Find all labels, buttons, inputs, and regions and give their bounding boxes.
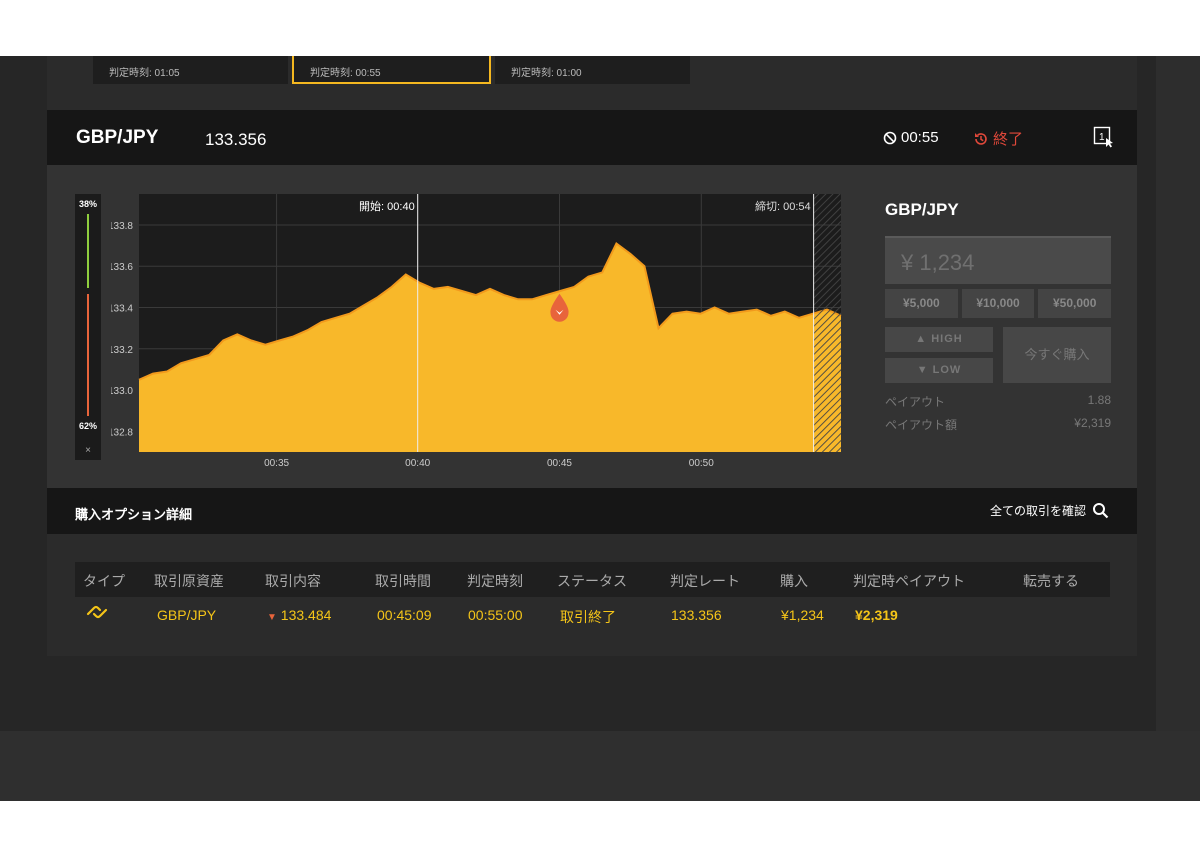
details-title: 購入オプション詳細 (75, 507, 193, 522)
low-sentiment-bar (87, 293, 89, 416)
x-tick-label: 00:50 (688, 458, 714, 469)
option-card-label: 判定時刻: 00:55 (310, 68, 381, 79)
col-rate: 判定レート (670, 573, 740, 589)
deadline-hatch (813, 194, 841, 452)
high-sentiment-bar (87, 214, 89, 288)
row-judge-time: 00:55:00 (468, 607, 523, 623)
expired-status: 終了 (973, 128, 1023, 149)
current-price: 133.356 (205, 130, 267, 149)
quick-amounts: ¥5,000 ¥10,000 ¥50,000 (885, 289, 1112, 318)
chart-section: 38% 62% × 開始: 00:40 締切: 00:54 133.8 133.6 13… (47, 165, 1137, 488)
row-content: ▼ 133.484 (267, 607, 331, 623)
quick-amount-10000[interactable]: ¥10,000 (961, 289, 1035, 318)
y-tick-label: 132.8 (111, 427, 133, 438)
details-header: 購入オプション詳細 全ての取引を確認 (47, 488, 1137, 534)
table-header: タイプ 取引原資産 取引内容 取引時間 判定時刻 ステータス 判定レート 購入 … (75, 562, 1110, 597)
col-judge-time: 判定時刻 (467, 573, 523, 589)
payout-row: ペイアウト 1.88 (885, 393, 1111, 410)
pair-title: GBP/JPY (76, 127, 159, 148)
timer-value: 00:55 (901, 129, 939, 146)
payout-label: ペイアウト (885, 395, 946, 409)
high-percentage: 38% (78, 199, 97, 209)
quick-amount-50000[interactable]: ¥50,000 (1038, 289, 1112, 318)
col-purchase: 購入 (780, 573, 808, 589)
payout-amount-row: ペイアウト額 ¥2,319 (885, 416, 1111, 433)
y-tick-label: 133.0 (111, 386, 133, 397)
app-window: 判定時刻: 01:05 判定時刻: 00:55 判定時刻: 01:00 GBP/… (0, 56, 1200, 801)
col-asset: 取引原資産 (154, 573, 224, 589)
buy-now-button[interactable]: 今すぐ購入 (1003, 327, 1111, 383)
x-tick-label: 00:45 (546, 458, 572, 469)
deadline-label: 締切: 00:54 (755, 199, 811, 213)
col-resell: 転売する (1023, 573, 1079, 589)
option-card-0105[interactable]: 判定時刻: 01:05 (93, 56, 288, 84)
single-chart-icon[interactable]: 1 (1093, 126, 1115, 148)
history-icon (975, 132, 987, 145)
low-button[interactable]: ▼ LOW (885, 358, 993, 383)
no-entry-icon (883, 131, 897, 144)
trade-buttons: ▲ HIGH ▼ LOW 今すぐ購入 (885, 327, 1111, 385)
status-label: 終了 (993, 131, 1024, 148)
row-trade-time: 00:45:09 (377, 607, 432, 623)
price-chart[interactable]: 開始: 00:40 締切: 00:54 133.8 133.6 133.4 133.2 13… (111, 194, 859, 452)
y-tick-label: 133.6 (111, 262, 133, 273)
option-card-label: 判定時刻: 01:05 (109, 68, 180, 79)
col-type: タイプ (83, 573, 125, 589)
exchange-icon (86, 605, 108, 619)
sentiment-meter: 38% 62% × (75, 194, 101, 460)
x-tick-label: 00:35 (264, 458, 290, 469)
x-tick-label: 00:40 (405, 458, 431, 469)
payout-amount-value: ¥2,319 (1074, 416, 1111, 430)
y-tick-label: 133.4 (111, 304, 133, 315)
main-panel: 判定時刻: 01:05 判定時刻: 00:55 判定時刻: 01:00 GBP/… (47, 56, 1137, 656)
high-button[interactable]: ▲ HIGH (885, 327, 993, 352)
arrow-up-icon: ▲ (915, 333, 932, 345)
y-tick-label: 133.8 (111, 221, 133, 232)
trade-table: タイプ 取引原資産 取引内容 取引時間 判定時刻 ステータス 判定レート 購入 … (47, 534, 1137, 656)
low-label: LOW (932, 364, 962, 376)
search-icon (1093, 503, 1109, 519)
footer-bar (0, 731, 1200, 801)
view-all-label: 全ての取引を確認 (989, 504, 1086, 518)
row-content-value: 133.484 (280, 607, 332, 623)
right-gutter (1156, 56, 1200, 731)
amount-input[interactable]: ¥ 1,234 (885, 236, 1111, 284)
option-card-0055[interactable]: 判定時刻: 00:55 (292, 56, 491, 84)
row-status: 取引終了 (560, 609, 616, 625)
option-card-label: 判定時刻: 01:00 (511, 68, 582, 79)
col-content: 取引内容 (265, 573, 321, 589)
option-strip: 判定時刻: 01:05 判定時刻: 00:55 判定時刻: 01:00 (47, 56, 1137, 110)
col-payout: 判定時ペイアウト (853, 573, 965, 589)
low-arrow-icon: ▼ (267, 612, 277, 623)
countdown-timer: 00:55 (883, 129, 939, 146)
payout-value: 1.88 (1087, 393, 1111, 407)
svg-text:1: 1 (1099, 132, 1105, 143)
start-label: 開始: 00:40 (359, 199, 415, 213)
panel-pair-title: GBP/JPY (885, 200, 959, 219)
high-label: HIGH (931, 333, 963, 345)
y-tick-label: 133.2 (111, 345, 133, 356)
arrow-down-icon: ▼ (916, 364, 933, 376)
close-sentiment-button[interactable]: × (75, 445, 101, 456)
order-panel: GBP/JPY ¥ 1,234 ¥5,000 ¥10,000 ¥50,000 ▲… (885, 194, 1112, 433)
col-trade-time: 取引時間 (375, 573, 431, 589)
row-payout: ¥2,319 (855, 607, 898, 623)
option-card-0100[interactable]: 判定時刻: 01:00 (495, 56, 690, 84)
col-status: ステータス (557, 573, 627, 589)
view-all-trades-link[interactable]: 全ての取引を確認 (990, 502, 1109, 519)
pair-header: GBP/JPY 133.356 00:55 終了 1 (47, 110, 1137, 165)
payout-amount-label: ペイアウト額 (885, 418, 958, 432)
low-percentage: 62% (78, 421, 97, 431)
row-rate: 133.356 (671, 607, 722, 623)
row-asset: GBP/JPY (157, 607, 217, 623)
quick-amount-5000[interactable]: ¥5,000 (885, 289, 958, 318)
row-purchase: ¥1,234 (781, 607, 824, 623)
